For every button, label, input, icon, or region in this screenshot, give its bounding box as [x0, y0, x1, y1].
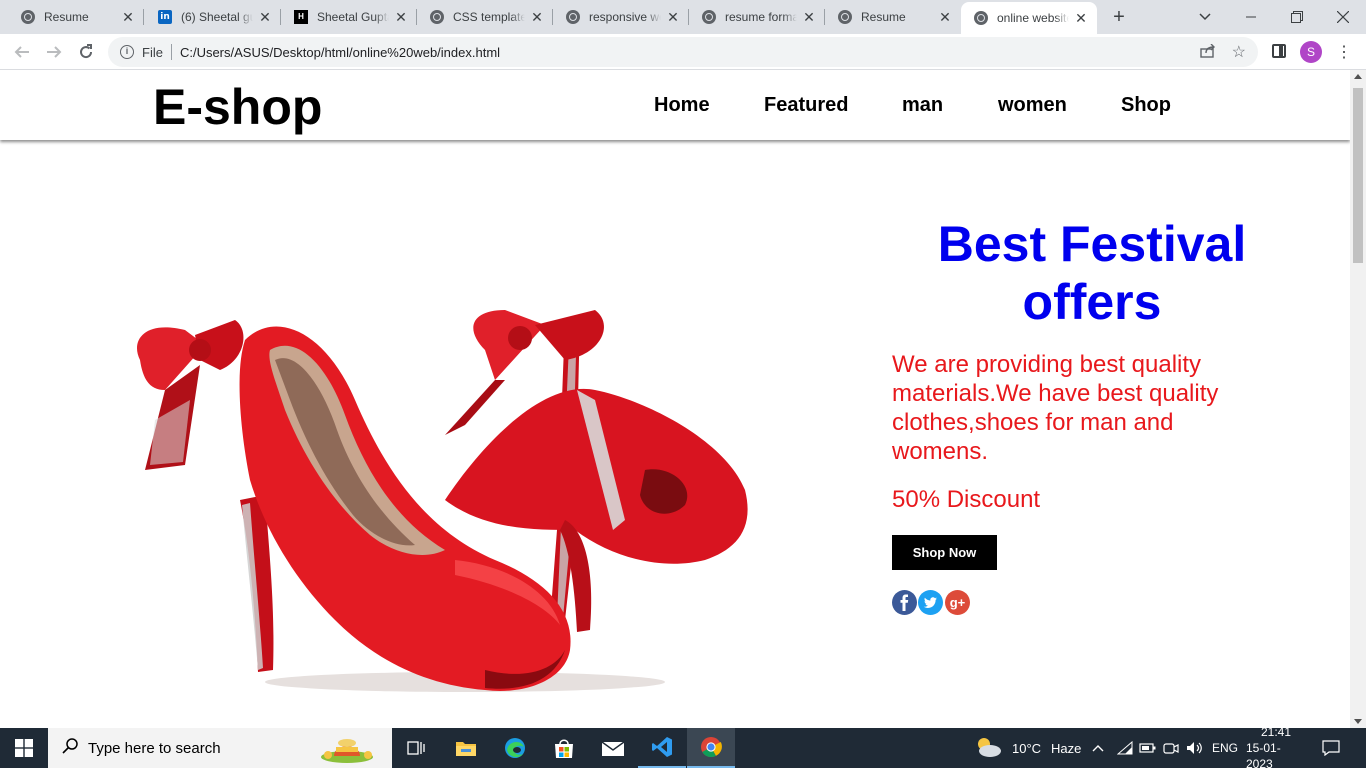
minimize-button[interactable]: [1228, 0, 1274, 34]
tab-title: Sheetal Gupta: [317, 10, 389, 24]
scroll-down-arrow-icon[interactable]: [1354, 719, 1362, 724]
side-panel-icon[interactable]: [1272, 44, 1286, 58]
tab-title: Resume: [44, 10, 89, 24]
start-button[interactable]: [0, 728, 48, 768]
tab-search-chevron-icon[interactable]: [1182, 0, 1228, 34]
bookmark-star-icon[interactable]: ☆: [1232, 42, 1246, 62]
back-button[interactable]: [8, 38, 36, 66]
new-tab-button[interactable]: +: [1108, 6, 1130, 28]
file-explorer-icon[interactable]: [442, 728, 490, 768]
browser-tab-resume-format[interactable]: resume format ✕: [689, 0, 825, 34]
close-window-button[interactable]: [1320, 0, 1366, 34]
hashnode-icon: H: [293, 9, 309, 25]
scrollbar-thumb[interactable]: [1353, 88, 1363, 263]
close-icon[interactable]: ✕: [1073, 10, 1089, 27]
browser-tab-linkedin[interactable]: in (6) Sheetal gupta ✕: [145, 0, 281, 34]
notification-center-icon[interactable]: [1322, 728, 1340, 768]
microsoft-store-icon[interactable]: [540, 728, 588, 768]
close-icon[interactable]: ✕: [937, 9, 953, 26]
restore-button[interactable]: [1274, 0, 1320, 34]
browser-tab-online-website[interactable]: online website ✕: [961, 2, 1097, 34]
search-icon: [62, 738, 78, 758]
weather-description: Haze: [1051, 740, 1082, 756]
battery-icon[interactable]: [1139, 728, 1157, 768]
edge-browser-icon[interactable]: [491, 728, 539, 768]
google-plus-icon[interactable]: g+: [945, 590, 970, 615]
tab-title: Resume: [861, 10, 906, 24]
tab-title: online website: [997, 11, 1069, 25]
forward-button[interactable]: [40, 38, 68, 66]
browser-tab-resume-1[interactable]: Resume ✕: [8, 0, 144, 34]
nav-home[interactable]: Home: [654, 94, 710, 117]
info-icon[interactable]: i: [120, 45, 134, 59]
nav-women[interactable]: women: [998, 94, 1067, 117]
browser-toolbar: i File C:/Users/ASUS/Desktop/html/online…: [0, 34, 1366, 70]
globe-icon: [20, 9, 36, 25]
volume-icon[interactable]: [1186, 728, 1204, 768]
address-bar[interactable]: i File C:/Users/ASUS/Desktop/html/online…: [108, 37, 1258, 67]
globe-icon: [837, 9, 853, 25]
chrome-icon[interactable]: [687, 728, 735, 768]
search-placeholder: Type here to search: [88, 739, 221, 757]
page-viewport: E-shop Home Featured man women Shop Best…: [0, 70, 1350, 728]
windows-taskbar: Type here to search 10°C Haze ENG 21:41 …: [0, 725, 1366, 771]
hero-title: Best Festival offers: [937, 216, 1247, 330]
weather-haze-icon: [974, 736, 1002, 761]
close-icon[interactable]: ✕: [120, 9, 136, 26]
shop-now-button[interactable]: Shop Now: [892, 535, 997, 570]
close-icon[interactable]: ✕: [393, 9, 409, 26]
close-icon[interactable]: ✕: [257, 9, 273, 26]
clock-time: 21:41: [1260, 725, 1292, 739]
site-logo[interactable]: E-shop: [153, 78, 322, 136]
page-scrollbar[interactable]: [1350, 70, 1366, 728]
windows-logo-icon: [15, 739, 33, 757]
nav-man[interactable]: man: [902, 94, 943, 117]
hero-discount: 50% Discount: [892, 486, 1041, 513]
tab-title: resume format: [725, 10, 797, 24]
network-icon[interactable]: [1117, 728, 1133, 768]
meet-now-icon[interactable]: [1163, 728, 1179, 768]
close-icon[interactable]: ✕: [529, 9, 545, 26]
tab-title: CSS template: [453, 10, 525, 24]
nav-shop[interactable]: Shop: [1121, 94, 1171, 117]
site-header: E-shop Home Featured man women Shop: [0, 70, 1350, 140]
facebook-icon[interactable]: [892, 590, 917, 615]
clock[interactable]: 21:41 15-01-2023: [1246, 725, 1306, 771]
close-icon[interactable]: ✕: [665, 9, 681, 26]
weather-temperature: 10°C: [1012, 740, 1042, 756]
nav-featured[interactable]: Featured: [764, 94, 848, 117]
clock-date: 15-01-2023: [1246, 741, 1281, 771]
browser-tab-css-template[interactable]: CSS template ✕: [417, 0, 553, 34]
browser-tab-responsive[interactable]: responsive website ✕: [553, 0, 689, 34]
tab-title: responsive website: [589, 10, 661, 24]
hero-description: We are providing best quality materials.…: [892, 351, 1219, 465]
festival-doodle-icon: [316, 731, 378, 769]
scroll-up-arrow-icon[interactable]: [1354, 74, 1362, 79]
menu-kebab-icon[interactable]: ⋮: [1336, 42, 1352, 62]
globe-icon: [973, 10, 989, 26]
linkedin-icon: in: [157, 9, 173, 25]
taskbar-search-box[interactable]: Type here to search: [48, 728, 392, 768]
scheme-label: File: [142, 44, 163, 60]
share-icon[interactable]: [1200, 43, 1216, 61]
globe-icon: [429, 9, 445, 25]
url-text[interactable]: C:/Users/ASUS/Desktop/html/online%20web/…: [180, 45, 500, 60]
weather-widget[interactable]: 10°C Haze: [974, 728, 1081, 768]
browser-tab-hashnode[interactable]: H Sheetal Gupta ✕: [281, 0, 417, 34]
show-hidden-icons-chevron-icon[interactable]: [1092, 728, 1104, 768]
reload-button[interactable]: [72, 38, 100, 66]
browser-tab-strip: Resume ✕ in (6) Sheetal gupta ✕ H Sheeta…: [0, 0, 1366, 34]
tab-title: (6) Sheetal gupta: [181, 10, 253, 24]
twitter-icon[interactable]: [918, 590, 943, 615]
mail-icon[interactable]: [589, 728, 637, 768]
browser-tab-resume-2[interactable]: Resume ✕: [825, 0, 961, 34]
task-view-icon[interactable]: [392, 728, 440, 768]
profile-avatar[interactable]: S: [1300, 41, 1322, 63]
vscode-icon[interactable]: [638, 728, 686, 768]
input-language[interactable]: ENG: [1212, 728, 1238, 768]
hero-shoes-image: [137, 310, 748, 692]
globe-icon: [565, 9, 581, 25]
globe-icon: [701, 9, 717, 25]
close-icon[interactable]: ✕: [801, 9, 817, 26]
